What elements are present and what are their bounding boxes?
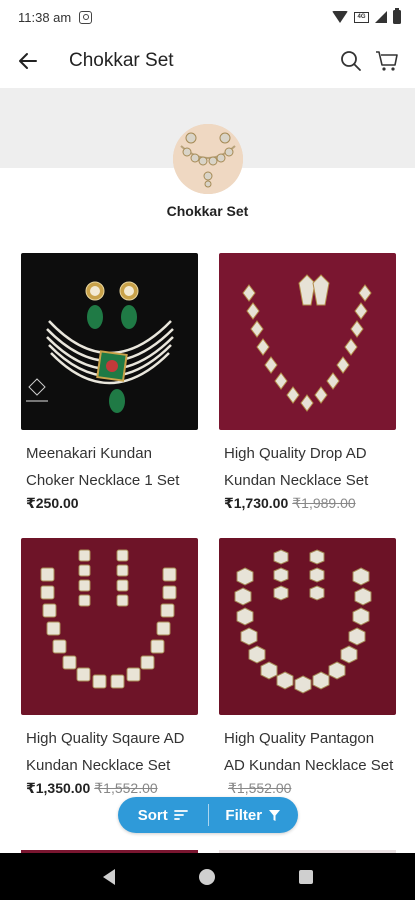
sim-icon: 4G [354,11,369,23]
search-icon [341,51,361,71]
product-name[interactable]: High Quality Pantagon AD Kundan Necklace… [219,725,396,779]
cart-button[interactable] [375,49,399,73]
wifi-icon [332,11,348,23]
search-button[interactable] [339,49,363,73]
nav-recents-button[interactable] [294,865,318,889]
product-name[interactable]: High Quality Drop AD Kundan Necklace Set [219,440,396,494]
product-mrp: ₹1,989.00 [292,495,356,511]
category-label: Chokkar Set [166,203,249,219]
product-mrp: ₹1,552.00 [228,780,292,796]
product-card[interactable]: High Quality Drop AD Kundan Necklace Set… [219,253,396,512]
product-name[interactable]: Meenakari Kundan Choker Necklace 1 Set [21,440,198,494]
nav-home-button[interactable] [195,865,219,889]
filter-button[interactable]: Filter [209,797,299,833]
sort-button[interactable]: Sort [118,797,208,833]
product-price: ₹1,350.00 [26,780,91,796]
category-image [173,124,243,194]
product-card[interactable]: High Quality Sqaure AD Kundan Necklace S… [21,538,198,797]
status-bar: 11:38 am 4G [0,0,415,34]
cart-icon [376,51,398,71]
filter-icon [269,809,281,821]
square-recents-icon [298,869,313,884]
filter-label: Filter [225,806,263,824]
sort-label: Sort [137,806,168,824]
product-image[interactable] [21,538,198,715]
back-arrow-icon [19,53,37,69]
triangle-back-icon [103,868,116,885]
product-price: ₹250.00 [26,495,79,511]
system-nav-bar [0,853,415,900]
product-card[interactable]: High Quality Pantagon AD Kundan Necklace… [219,538,396,797]
product-name[interactable]: High Quality Sqaure AD Kundan Necklace S… [21,725,198,779]
product-card[interactable]: Meenakari Kundan Choker Necklace 1 Set ₹… [21,253,198,512]
app-header: Chokkar Set [0,34,415,88]
sort-filter-bar: Sort Filter [118,797,298,833]
back-button[interactable] [16,49,40,73]
product-image[interactable] [219,253,396,430]
signal-icon [375,11,387,23]
status-time: 11:38 am [18,9,72,25]
product-mrp: ₹1,552.00 [94,780,158,796]
page-title: Chokkar Set [69,50,174,71]
battery-icon [393,8,401,24]
product-image[interactable] [21,253,198,430]
circle-home-icon [199,868,216,885]
nav-back-button[interactable] [97,865,121,889]
category-avatar[interactable] [173,124,243,194]
product-price: ₹1,730.00 [224,495,289,511]
sort-icon [173,810,188,820]
instagram-icon [79,10,93,24]
product-image[interactable] [219,538,396,715]
